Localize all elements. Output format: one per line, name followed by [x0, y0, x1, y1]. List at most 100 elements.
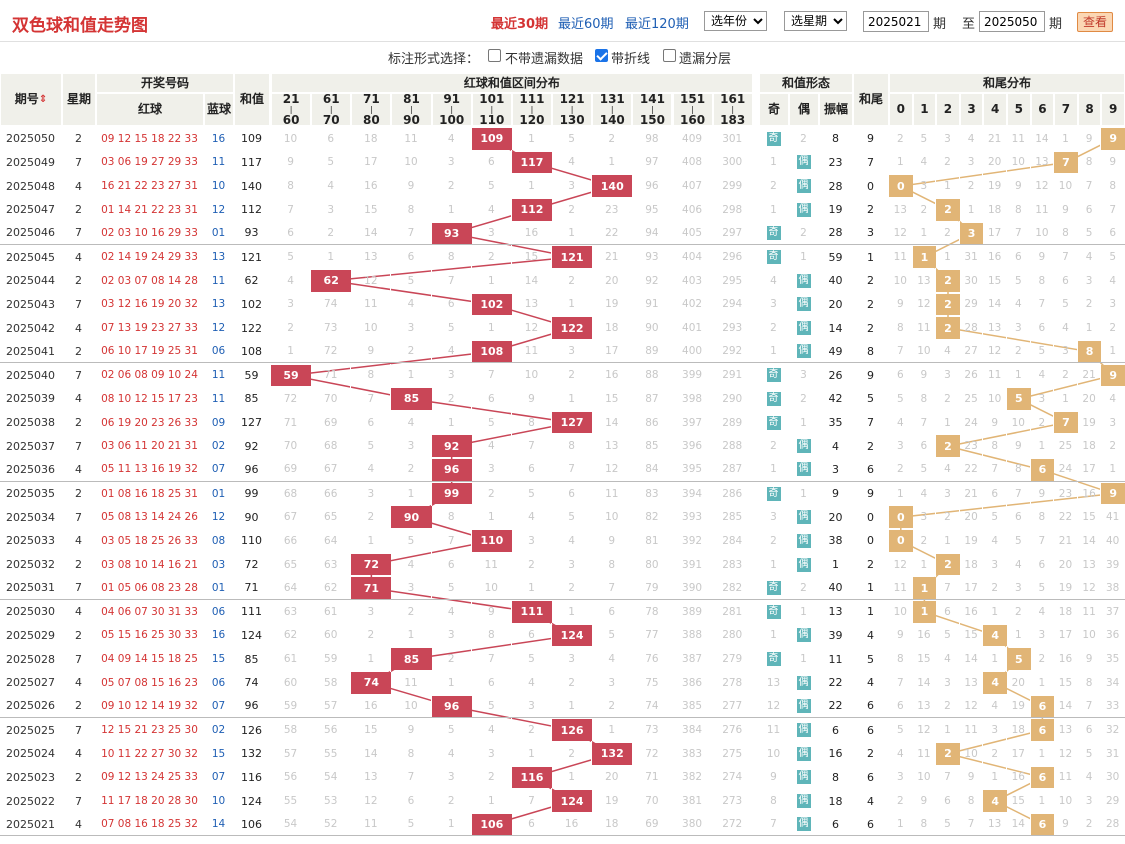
tail-dist-cell: 4: [983, 670, 1007, 695]
odd-badge: 奇: [766, 580, 781, 595]
range-miss-cell: 2: [351, 505, 392, 530]
no-miss-checkbox[interactable]: [488, 49, 501, 62]
tail-miss-cell: 7: [936, 765, 960, 790]
range-miss-cell: 3: [552, 647, 593, 671]
tail-miss-cell: 2: [936, 387, 960, 411]
range-miss-cell: 73: [632, 718, 673, 742]
tail-miss-cell: 4: [1078, 245, 1102, 269]
miss-layer-checkbox[interactable]: [663, 49, 676, 62]
weekday-header: 星期: [62, 73, 96, 126]
blue-ball-cell: 12: [204, 197, 234, 222]
blue-ball-cell: 13: [204, 292, 234, 317]
weekday-select[interactable]: 选星期: [784, 11, 847, 31]
range-miss-cell: 9: [391, 718, 432, 742]
tail-marker: 5: [1007, 648, 1031, 670]
period-cell: 2025038: [0, 410, 62, 435]
range-miss-cell: 63: [271, 600, 312, 624]
tail-miss-cell: 5: [936, 812, 960, 836]
recent-120-link[interactable]: 最近120期: [625, 13, 689, 32]
tail-miss-cell: 1: [936, 174, 960, 198]
tail-miss-cell: 30: [1101, 765, 1125, 790]
blue-ball-cell: 15: [204, 647, 234, 671]
tail-miss-cell: 4: [1101, 268, 1125, 293]
tail-miss-cell: 1: [889, 150, 913, 175]
range-miss-cell: 19: [592, 789, 633, 813]
range-miss-cell: 1: [432, 670, 472, 695]
range-miss-cell: 89: [632, 339, 673, 363]
tail-miss-cell: 12: [960, 694, 984, 718]
tail-miss-cell: 8: [1101, 174, 1125, 198]
table-row: 2025027 4 05 07 08 15 16 23 06 74 60 58 74 11 1 6 4…: [0, 670, 1125, 695]
query-button[interactable]: 查看: [1077, 12, 1113, 32]
range-miss-cell: 3: [391, 316, 432, 340]
tail-marker: 2: [936, 742, 960, 765]
range-miss-cell: 66: [271, 529, 312, 553]
tail-miss-cell: 4: [960, 127, 984, 151]
from-period-input[interactable]: [863, 11, 929, 32]
tail-header: 和尾: [853, 73, 889, 126]
range-miss-cell: 7: [472, 363, 512, 388]
range-miss-cell: 15: [351, 718, 392, 742]
amplitude-cell: 8: [819, 127, 853, 151]
sum-marker: 110: [471, 530, 512, 552]
odd-cell: 1: [759, 623, 789, 648]
tail-miss-cell: 3: [1101, 410, 1125, 435]
range-miss-cell: 64: [271, 576, 312, 599]
tail-dist-cell: 2: [936, 434, 960, 459]
sum-cell: 99: [234, 481, 270, 506]
range-miss-cell: 69: [271, 458, 312, 481]
period-cell: 2025047: [0, 197, 62, 222]
range-miss-cell: 95: [632, 197, 673, 222]
sum-header: 和值: [234, 73, 270, 126]
range-miss-cell: 7: [552, 458, 593, 481]
range-miss-cell: 1: [592, 718, 633, 742]
year-select[interactable]: 选年份: [704, 11, 767, 31]
range-miss-cell: 1: [271, 339, 312, 363]
range-miss-cell: 3: [432, 150, 472, 175]
range-miss-cell: 5: [432, 718, 472, 742]
tail-dist-cell: 7: [1054, 150, 1078, 175]
tail-miss-cell: 2: [1078, 292, 1102, 317]
option-label: 标注形式选择：: [388, 52, 480, 67]
range-miss-cell: 4: [391, 552, 432, 577]
tail-miss-cell: 3: [1031, 387, 1055, 411]
range-miss-cell: 20: [592, 268, 633, 293]
range-miss-cell: 12: [351, 268, 392, 293]
range-miss-cell: 21: [592, 245, 633, 269]
to-period-input[interactable]: [979, 11, 1045, 32]
range-miss-cell: 3: [432, 623, 472, 648]
table-row: 2025038 2 06 19 20 23 26 33 09 127 71 69 6 4 1 5 8 1…: [0, 410, 1125, 435]
amplitude-cell: 28: [819, 174, 853, 198]
tail-digit-header-6: 6: [1030, 93, 1055, 126]
tail-miss-cell: 3: [1007, 316, 1031, 340]
tail-cell: 8: [853, 339, 889, 363]
sum-marker: 116: [511, 766, 553, 789]
period-cell: 2025043: [0, 292, 62, 317]
period-cell: 2025036: [0, 458, 62, 481]
sort-arrows-icon[interactable]: ⇕: [39, 93, 47, 106]
tail-miss-cell: 28: [960, 316, 984, 340]
polyline-checkbox[interactable]: [595, 49, 608, 62]
sum-cell: 121: [234, 245, 270, 269]
period-header[interactable]: 期号 ⇕: [0, 73, 62, 126]
range-miss-cell: 13: [351, 245, 392, 269]
amplitude-cell: 23: [819, 150, 853, 175]
table-row: 2025042 4 07 13 19 23 27 33 12 122 2 73 10 3 5 1 12…: [0, 316, 1125, 340]
period-cell: 2025032: [0, 552, 62, 577]
range-miss-cell: 13: [512, 292, 553, 317]
tail-digit-header-5: 5: [1007, 93, 1031, 126]
range-cell: 111: [511, 600, 553, 624]
tail-miss-cell: 1: [1078, 316, 1102, 340]
tail-miss-cell: 1: [1101, 339, 1125, 363]
tail-miss-cell: 4: [889, 410, 913, 435]
range-miss-cell: 19: [592, 292, 633, 317]
tail-miss-cell: 10: [1078, 623, 1102, 648]
tail-cell: 0: [853, 529, 889, 553]
tail-miss-cell: 5: [936, 623, 960, 648]
weekday-cell: 7: [62, 221, 96, 245]
red-balls-cell: 03 08 10 14 16 21: [96, 552, 204, 577]
range-miss-cell: 2: [552, 197, 593, 222]
recent-60-link[interactable]: 最近60期: [558, 13, 614, 32]
table-row: 2025044 2 02 03 07 08 14 28 11 62 4 62 12 5 7 1 14 2…: [0, 268, 1125, 293]
recent-30-link[interactable]: 最近30期: [491, 13, 548, 32]
